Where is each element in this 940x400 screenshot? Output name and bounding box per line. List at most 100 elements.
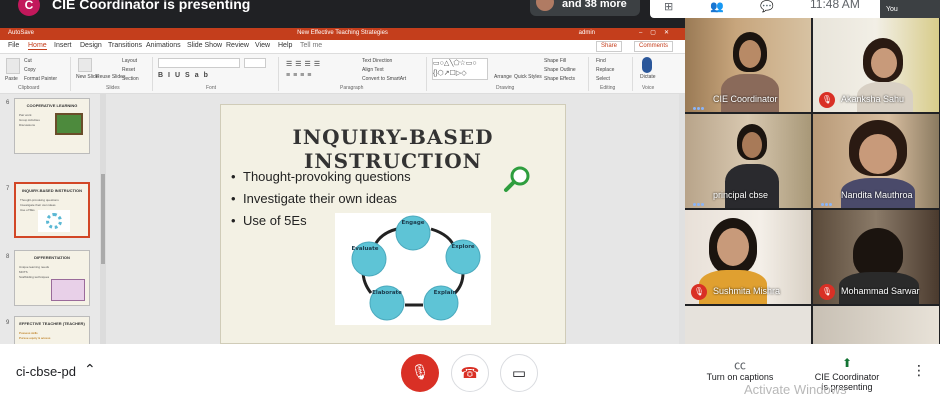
format-painter-button[interactable]: Format Painter <box>24 76 57 82</box>
find-button[interactable]: Find <box>596 58 606 64</box>
cut-button[interactable]: Cut <box>24 58 32 64</box>
comments-button[interactable]: Comments <box>634 41 674 52</box>
shapes-gallery[interactable]: ▭○△╲⬠☆▭○ {}⬡↗☐▷◇ <box>432 58 488 80</box>
participant-tile[interactable]: 🎙 Sushmita Mishra <box>685 210 811 304</box>
slide-thumbnail[interactable]: COOPERATIVE LEARNING Pair work Group Act… <box>14 98 90 154</box>
chat-icon[interactable]: 💬 <box>760 0 774 13</box>
quick-styles-button[interactable]: Quick Styles <box>514 74 542 80</box>
tell-me-search[interactable]: Tell me <box>300 42 322 49</box>
muted-mic-icon: 🎙 <box>691 284 707 300</box>
more-participants-chip[interactable]: and 38 more <box>530 0 640 16</box>
captions-button[interactable]: ㏄ Turn on captions <box>698 356 782 382</box>
more-options-icon[interactable]: ⋮ <box>912 362 926 379</box>
mic-toggle-button[interactable]: 🎙 <box>401 354 439 392</box>
select-button[interactable]: Select <box>596 76 610 82</box>
thumbnail-title: EFFECTIVE TEACHER (TEACHER) <box>19 321 85 326</box>
group-clipboard: Clipboard <box>18 85 40 91</box>
copy-button[interactable]: Copy <box>24 67 36 73</box>
tab-transitions[interactable]: Transitions <box>108 42 142 49</box>
tab-help[interactable]: Help <box>278 42 292 49</box>
participant-tile-partial[interactable] <box>813 306 939 344</box>
replace-button[interactable]: Replace <box>596 67 614 73</box>
ppt-menu-tabs: File Home Insert Design Transitions Anim… <box>0 40 685 54</box>
font-size-select[interactable] <box>244 58 266 68</box>
layout-icon[interactable]: ⊞ <box>664 0 673 13</box>
dictate-button[interactable]: Dictate <box>640 74 656 80</box>
align-text-button[interactable]: Align Text <box>362 67 384 73</box>
alignment-icons[interactable]: ≡≡≡≡ <box>286 72 314 79</box>
thumbnail-title: COOPERATIVE LEARNING <box>26 103 78 108</box>
participant-tile-partial[interactable] <box>685 306 811 344</box>
participant-video-figure <box>742 132 762 158</box>
reset-button[interactable]: Reset <box>122 67 135 73</box>
participant-video-figure <box>853 228 903 278</box>
thumbnail-line: Possess skills <box>19 331 38 335</box>
thumbnail-number: 9 <box>6 320 10 326</box>
share-button[interactable]: Share <box>596 41 623 52</box>
arrange-button[interactable]: Arrange <box>494 74 512 80</box>
participant-avatar <box>536 0 554 11</box>
slide-bullet: Investigate their own ideas <box>231 191 397 206</box>
tab-view[interactable]: View <box>255 42 270 49</box>
list-format-icons[interactable]: ☰☰☰☰ <box>286 60 323 68</box>
tab-slide-show[interactable]: Slide Show <box>187 42 222 49</box>
participant-tile[interactable]: CIE Coordinator <box>685 18 811 112</box>
group-paragraph: Paragraph <box>340 85 364 91</box>
ppt-user-name: admin <box>578 30 595 36</box>
tab-review[interactable]: Review <box>226 42 249 49</box>
magnifier-icon <box>504 166 530 192</box>
meeting-code[interactable]: ci-cbse-pd <box>16 364 76 379</box>
thumbnail-line: Pair work <box>19 113 32 117</box>
thumbnail-line: Group Activities <box>19 118 40 122</box>
cycle-step-explore: Explore <box>451 244 475 250</box>
layout-button[interactable]: Layout <box>122 58 137 64</box>
thumbnail-scroll-thumb[interactable] <box>101 174 105 264</box>
new-slide-icon[interactable] <box>78 58 92 72</box>
section-button[interactable]: Section <box>122 76 139 82</box>
group-font: Font <box>206 85 217 91</box>
ribbon-divider <box>152 57 153 91</box>
participant-tile[interactable]: principal cbse <box>685 114 811 208</box>
paste-icon[interactable] <box>6 58 20 74</box>
tab-home[interactable]: Home <box>28 42 47 50</box>
font-name-select[interactable] <box>158 58 240 68</box>
slide-bullet: Thought-provoking questions <box>231 169 411 184</box>
current-slide[interactable]: INQUIRY-BASED INSTRUCTION Thought-provok… <box>220 104 566 344</box>
slide-thumbnail[interactable]: EFFECTIVE TEACHER (TEACHER) Possess skil… <box>14 316 90 344</box>
shape-fill-button[interactable]: Shape Fill <box>544 58 566 64</box>
tab-design[interactable]: Design <box>80 42 102 49</box>
participant-tile[interactable]: Nandita Mauthroa <box>813 114 939 208</box>
tab-animations[interactable]: Animations <box>146 42 181 49</box>
camera-toggle-button[interactable]: ▭ <box>500 354 538 392</box>
font-format-icons[interactable]: BIUSab <box>158 72 213 79</box>
chevron-up-icon[interactable]: ⌃ <box>84 361 96 378</box>
participant-tile[interactable]: 🎙 Mohammad Sarwar <box>813 210 939 304</box>
ribbon-divider <box>278 57 279 91</box>
thumbnail-title: DIFFERENTIATION <box>34 255 70 260</box>
slide-thumbnail[interactable]: DIFFERENTIATION Unique learning needs MO… <box>14 250 90 306</box>
ppt-title-bar: AutoSave New Effective Teaching Strategi… <box>0 28 685 40</box>
tab-file[interactable]: File <box>8 42 19 49</box>
participant-video-figure <box>739 40 761 68</box>
shape-effects-button[interactable]: Shape Effects <box>544 76 575 82</box>
paste-button[interactable]: Paste <box>5 76 18 82</box>
participant-video-figure <box>725 164 779 208</box>
text-direction-button[interactable]: Text Direction <box>362 58 392 64</box>
ribbon-divider <box>588 57 589 91</box>
microphone-icon[interactable] <box>642 57 652 73</box>
people-icon[interactable]: 👥 <box>710 0 724 13</box>
video-feed <box>685 306 811 344</box>
thumbnail-line: Investigate their own ideas <box>20 203 56 207</box>
cycle-arrows: Engage Explore Explain Elaborate Evaluat… <box>351 215 481 321</box>
video-camera-icon: ▭ <box>511 365 527 382</box>
tab-insert[interactable]: Insert <box>54 42 72 49</box>
shape-outline-button[interactable]: Shape Outline <box>544 67 576 73</box>
convert-smartart-button[interactable]: Convert to SmartArt <box>362 76 406 82</box>
muted-mic-icon: 🎙 <box>819 284 835 300</box>
participant-tile[interactable]: 🎙 Akanksha Sahu <box>813 18 939 112</box>
meet-control-bar: ci-cbse-pd ⌃ 🎙 ☎ ▭ ㏄ Turn on captions ⬆ … <box>0 344 940 400</box>
thumbnail-line: Use of 5Es <box>20 208 35 212</box>
slide-thumbnail-active[interactable]: INQUIRY-BASED INSTRUCTION Thought-provok… <box>14 182 90 238</box>
leave-call-button[interactable]: ☎ <box>451 354 489 392</box>
speaking-indicator-icon <box>693 193 707 206</box>
